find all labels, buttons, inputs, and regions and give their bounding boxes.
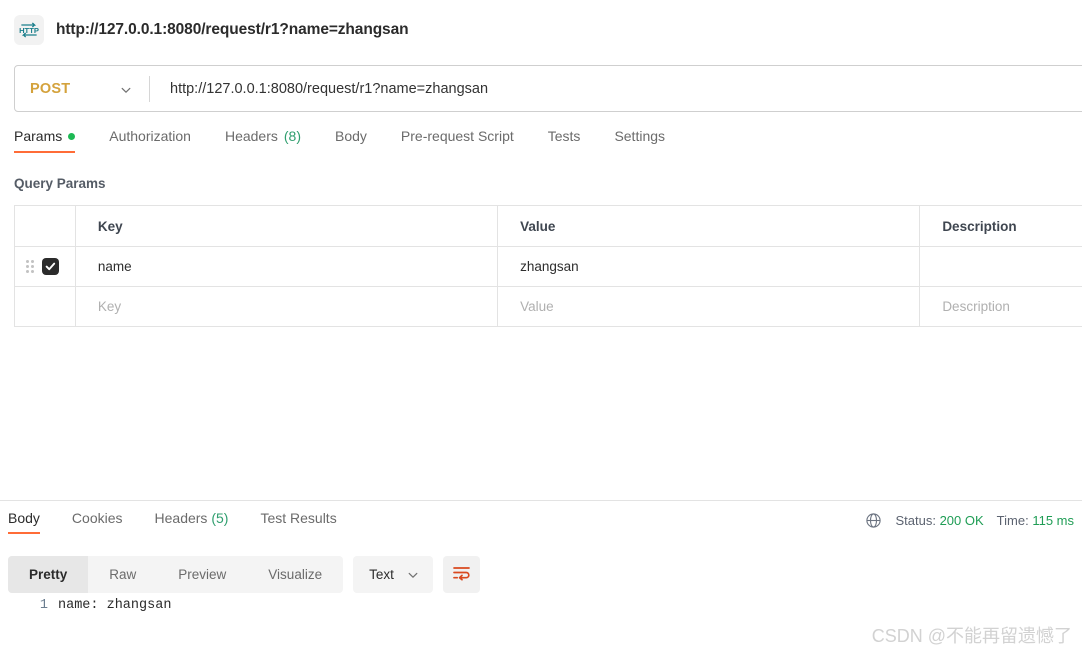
url-input[interactable]	[150, 80, 1082, 97]
time-badge: Time: 115 ms	[997, 513, 1074, 528]
view-mode-visualize[interactable]: Visualize	[247, 556, 343, 593]
header-cell-check	[15, 206, 76, 246]
time-value: 115 ms	[1032, 513, 1074, 528]
line-number: 1	[39, 598, 48, 613]
header-cell-key: Key	[76, 206, 499, 246]
http-protocol-icon: HTTP	[14, 15, 44, 45]
tab-settings-label: Settings	[614, 128, 666, 144]
status-value: 200 OK	[939, 513, 984, 528]
response-tab-headers-count: (5)	[211, 510, 229, 526]
table-header-row: Key Value Description	[15, 206, 1082, 247]
row-controls	[15, 247, 76, 286]
response-tabs: Body Cookies Headers (5) Test Results	[8, 510, 353, 542]
tab-params[interactable]: Params	[14, 128, 92, 153]
watermark: CSDN @不能再留遗憾了	[871, 626, 1072, 646]
status-badge: Status: 200 OK	[895, 513, 983, 528]
response-tab-body-label: Body	[8, 510, 40, 526]
status-label: Status:	[895, 513, 936, 528]
header-cell-value: Value	[498, 206, 921, 246]
response-tab-test-results-label: Test Results	[260, 510, 337, 526]
header-cell-description: Description	[942, 218, 1017, 234]
row-description-input[interactable]	[920, 247, 1082, 286]
row-key-input[interactable]: name	[76, 247, 499, 286]
tab-headers[interactable]: Headers (8)	[208, 128, 318, 153]
tab-headers-count: (8)	[283, 128, 301, 144]
response-tab-body[interactable]: Body	[8, 510, 56, 534]
empty-row-value-input[interactable]: Value	[498, 287, 921, 326]
response-tab-headers-label: Headers	[154, 510, 208, 526]
row-checkbox[interactable]	[42, 258, 59, 275]
tab-body-label: Body	[335, 128, 367, 144]
page-title: http://127.0.0.1:8080/request/r1?name=zh…	[56, 21, 409, 38]
tab-authorization[interactable]: Authorization	[92, 128, 208, 153]
tab-headers-label: Headers	[224, 128, 278, 144]
request-title-bar: HTTP http://127.0.0.1:8080/request/r1?na…	[0, 0, 1082, 48]
word-wrap-button[interactable]	[442, 556, 480, 593]
method-selector[interactable]: POST	[15, 66, 149, 111]
svg-text:HTTP: HTTP	[19, 26, 39, 35]
response-view-modes: Pretty Raw Preview Visualize	[8, 556, 344, 593]
tab-pre-request-script[interactable]: Pre-request Script	[384, 128, 531, 153]
tab-tests-label: Tests	[547, 128, 581, 144]
empty-row-key-input[interactable]: Key	[76, 287, 499, 326]
empty-row-description-input[interactable]: Description	[920, 287, 1082, 326]
table-row: name zhangsan	[15, 247, 1082, 287]
language-select-value: Text	[369, 567, 394, 582]
response-format-toolbar: Pretty Raw Preview Visualize Text	[8, 556, 480, 593]
tab-pre-request-script-label: Pre-request Script	[400, 128, 514, 144]
url-bar: POST	[14, 65, 1082, 112]
chevron-down-icon	[120, 83, 132, 95]
response-tab-headers[interactable]: Headers (5)	[139, 510, 245, 534]
method-label: POST	[30, 80, 71, 97]
query-params-heading: Query Params	[14, 176, 106, 191]
word-wrap-icon	[452, 564, 471, 586]
tab-authorization-label: Authorization	[109, 128, 191, 144]
query-params-table: Key Value Description name zhangsan Key …	[14, 205, 1082, 327]
view-mode-pretty[interactable]: Pretty	[8, 556, 89, 593]
response-body-line: name: zhangsan	[58, 598, 172, 613]
globe-icon	[865, 512, 882, 529]
tab-settings[interactable]: Settings	[597, 128, 682, 153]
empty-row-controls	[15, 287, 76, 326]
params-modified-dot-icon	[68, 132, 76, 140]
response-tab-cookies-label: Cookies	[71, 510, 123, 526]
response-tab-cookies[interactable]: Cookies	[56, 510, 139, 534]
chevron-down-icon	[407, 569, 419, 581]
table-row-empty: Key Value Description	[15, 287, 1082, 327]
view-mode-preview[interactable]: Preview	[157, 556, 247, 593]
tab-params-label: Params	[14, 128, 63, 144]
row-value-input[interactable]: zhangsan	[498, 247, 921, 286]
response-meta: Status: 200 OK Time: 115 ms	[865, 512, 1074, 529]
response-body-viewer[interactable]: 1 name: zhangsan	[0, 598, 1082, 613]
time-label: Time:	[996, 513, 1029, 528]
request-tabs: Params Authorization Headers (8) Body Pr…	[14, 128, 682, 162]
tab-tests[interactable]: Tests	[531, 128, 598, 153]
drag-handle-icon[interactable]	[26, 259, 36, 274]
view-mode-raw[interactable]: Raw	[88, 556, 157, 593]
tab-body[interactable]: Body	[318, 128, 384, 153]
language-select[interactable]: Text	[353, 556, 433, 593]
response-section-divider	[0, 500, 1082, 501]
response-tab-test-results[interactable]: Test Results	[244, 510, 352, 534]
